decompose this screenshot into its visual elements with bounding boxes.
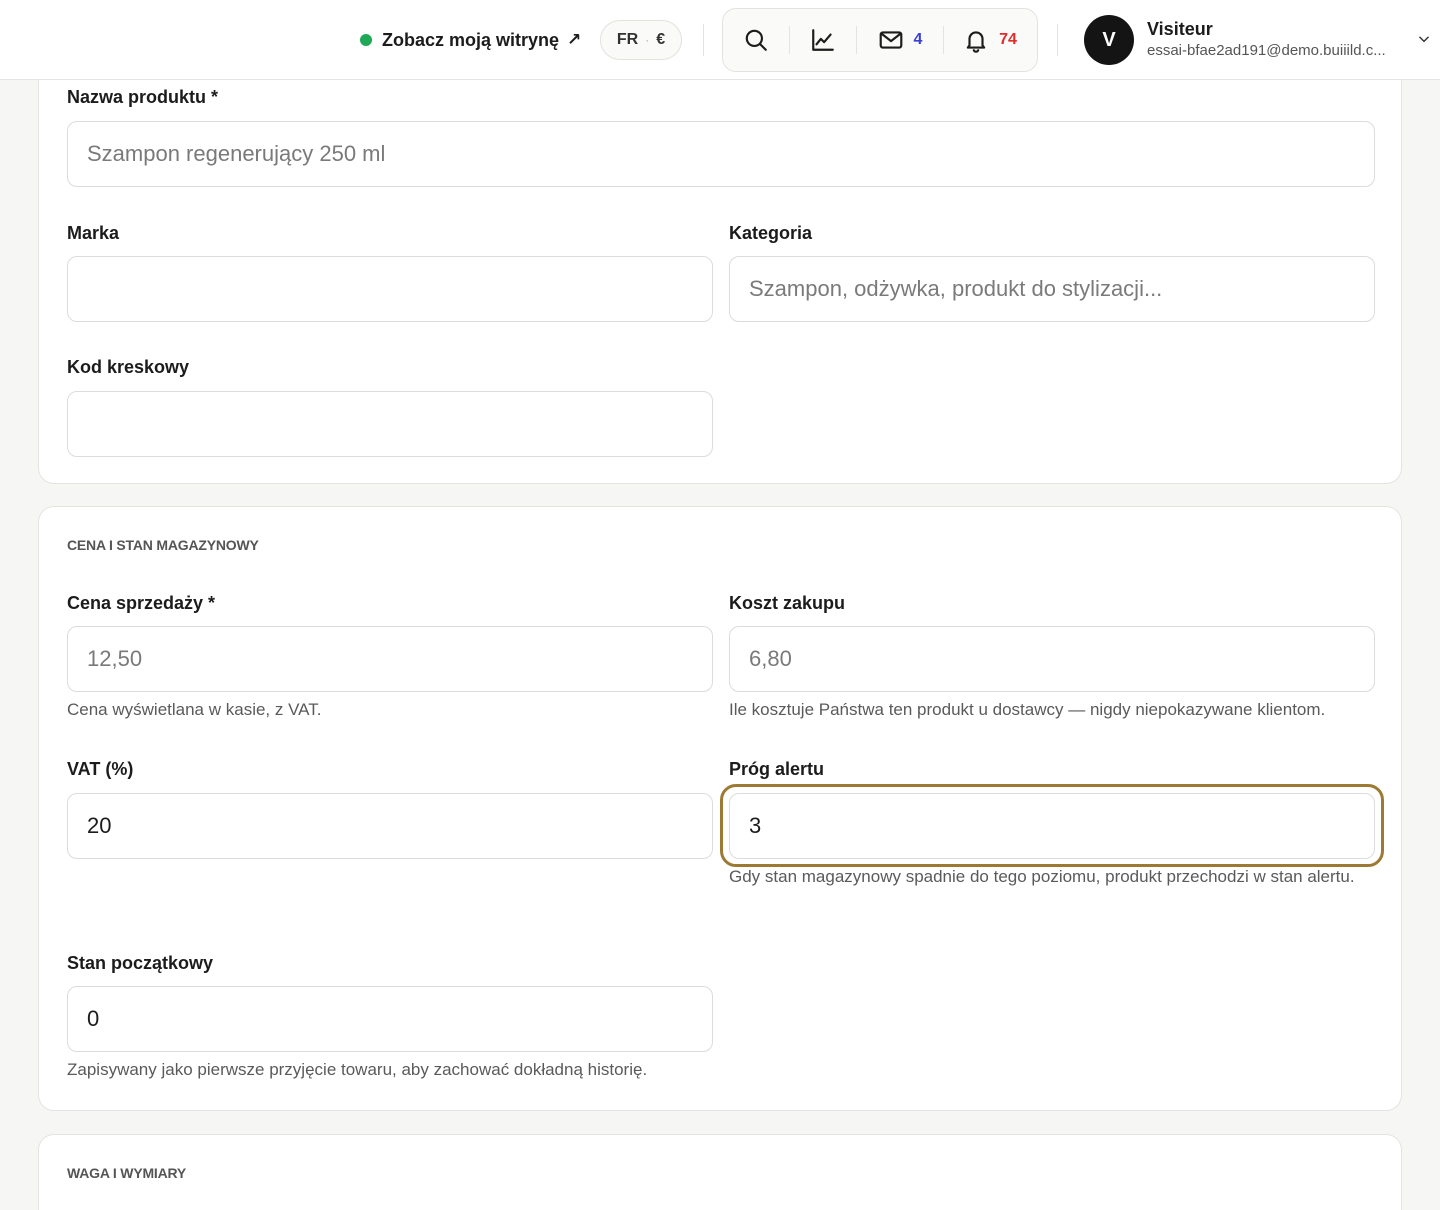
search-icon: [745, 29, 767, 51]
alert-threshold-label: Próg alertu: [729, 759, 825, 779]
external-link-icon: ↗: [567, 30, 582, 49]
brand-input[interactable]: [67, 256, 713, 322]
chevron-down-icon[interactable]: [1417, 32, 1431, 46]
barcode-label: Kod kreskowy: [67, 357, 190, 377]
section-title-weight-dimensions: WAGA I WYMIARY: [67, 1165, 187, 1181]
user-email: essai-bfae2ad191@demo.buiiild.c...: [1147, 42, 1386, 59]
vat-label: VAT (%): [67, 759, 134, 779]
alert-threshold-input[interactable]: [729, 793, 1375, 859]
user-name: Visiteur: [1147, 19, 1213, 39]
sale-price-help: Cena wyświetlana w kasie, z VAT.: [67, 700, 322, 719]
view-site-label: Zobacz moją witrynę: [382, 29, 560, 50]
currency-symbol: €: [656, 31, 666, 48]
online-status-dot: [360, 34, 372, 46]
category-label: Kategoria: [729, 223, 813, 243]
initial-stock-input[interactable]: [67, 986, 713, 1052]
notifications-button[interactable]: 74: [944, 8, 1036, 72]
language-currency-selector[interactable]: FR · €: [600, 20, 682, 60]
search-button[interactable]: [723, 8, 789, 72]
bell-icon: [966, 31, 986, 53]
category-input[interactable]: [729, 256, 1375, 322]
chart-icon: [812, 29, 834, 51]
sale-price-label: Cena sprzedaży *: [67, 593, 216, 613]
lang-separator: ·: [645, 33, 650, 47]
product-info-card: Nazwa produktu * Marka Kategoria Kod kre…: [38, 40, 1402, 484]
product-name-label: Nazwa produktu *: [67, 87, 219, 107]
header-divider: [703, 24, 704, 56]
barcode-input[interactable]: [67, 391, 713, 457]
top-bar: Zobacz moją witrynę ↗ FR · € 4 74 V Visi…: [0, 0, 1440, 80]
notifications-count: 74: [999, 31, 1017, 48]
brand-label: Marka: [67, 223, 120, 243]
messages-count: 4: [913, 31, 923, 48]
header-actions: 4 74: [722, 8, 1038, 72]
initial-stock-label: Stan początkowy: [67, 953, 214, 973]
initial-stock-help: Zapisywany jako pierwsze przyjęcie towar…: [67, 1060, 648, 1079]
cost-help: Ile kosztuje Państwa ten produkt u dosta…: [729, 700, 1326, 719]
section-title-price-stock: CENA I STAN MAGAZYNOWY: [67, 537, 259, 553]
view-site-link[interactable]: Zobacz moją witrynę ↗: [360, 26, 581, 54]
cost-label: Koszt zakupu: [729, 593, 846, 613]
alert-threshold-help: Gdy stan magazynowy spadnie do tego pozi…: [729, 867, 1355, 886]
weight-dimensions-card: WAGA I WYMIARY: [38, 1134, 1402, 1210]
header-divider: [1057, 24, 1058, 56]
cost-input[interactable]: [729, 626, 1375, 692]
messages-button[interactable]: 4: [857, 8, 943, 72]
language-code: FR: [616, 31, 639, 48]
stats-button[interactable]: [790, 8, 856, 72]
vat-input[interactable]: [67, 793, 713, 859]
sale-price-input[interactable]: [67, 626, 713, 692]
price-stock-card: CENA I STAN MAGAZYNOWY Cena sprzedaży * …: [38, 506, 1402, 1111]
product-name-input[interactable]: [67, 121, 1375, 187]
avatar[interactable]: V: [1084, 15, 1134, 65]
mail-icon: [879, 31, 902, 49]
